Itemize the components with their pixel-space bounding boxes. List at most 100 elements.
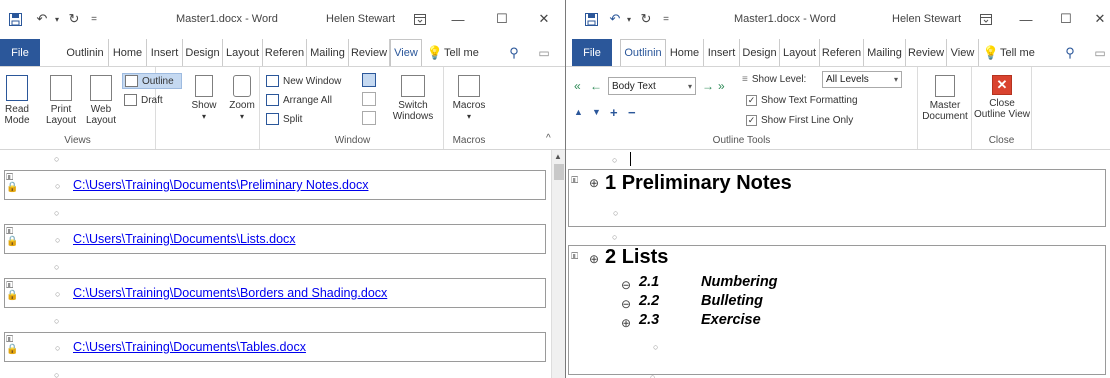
tab-mailings[interactable]: Mailing [864, 39, 906, 66]
file-tab[interactable]: File [0, 39, 40, 66]
tab-view[interactable]: View [947, 39, 979, 66]
tab-review[interactable]: Review [349, 39, 390, 66]
expand-plus-icon[interactable]: ⊕ [589, 252, 599, 266]
demote-icon[interactable]: → [702, 79, 714, 93]
subdocument-link[interactable]: C:\Users\Training\Documents\Tables.docx [73, 340, 306, 354]
heading-1-preliminary-notes[interactable]: 1 Preliminary Notes [605, 172, 792, 195]
tab-review[interactable]: Review [906, 39, 947, 66]
user-name[interactable]: Helen Stewart [326, 13, 395, 25]
heading-1-lists[interactable]: 2 Lists [605, 246, 668, 269]
move-up-icon[interactable]: ▲ [574, 107, 583, 117]
ribbon-display-options-icon[interactable] [978, 10, 994, 28]
comments-icon[interactable]: ▭ [536, 39, 552, 66]
expand-plus-icon[interactable]: ⊕ [621, 316, 631, 330]
ribbon-display-options-icon[interactable] [412, 10, 428, 28]
close-icon[interactable]: ✕ [1092, 10, 1108, 28]
move-down-icon[interactable]: ▼ [592, 107, 601, 117]
tab-references[interactable]: Referen [263, 39, 307, 66]
close-icon[interactable]: ✕ [536, 10, 552, 28]
subdocument-box[interactable]: 🗉 🔒 ○ C:\Users\Training\Documents\Tables.… [4, 332, 546, 362]
tab-home[interactable]: Home [109, 39, 147, 66]
subdocument-box[interactable]: 🗉 ⊕ 1 Preliminary Notes ○ [568, 169, 1106, 227]
tell-me-box[interactable]: Tell me [444, 39, 484, 66]
tab-insert[interactable]: Insert [147, 39, 183, 66]
undo-dropdown-icon[interactable]: ▾ [624, 10, 634, 28]
scroll-thumb[interactable] [554, 164, 564, 180]
save-icon[interactable] [6, 10, 24, 28]
vertical-scrollbar[interactable]: ▲ [551, 150, 565, 378]
split-button[interactable]: Split [266, 111, 302, 127]
maximize-icon[interactable]: ☐ [494, 10, 510, 28]
minimize-icon[interactable]: — [1018, 10, 1034, 28]
tab-insert[interactable]: Insert [704, 39, 740, 66]
tab-outlining[interactable]: Outlinin [62, 39, 109, 66]
subdocument-link[interactable]: C:\Users\Training\Documents\Borders and … [73, 286, 387, 300]
arrange-all-button[interactable]: Arrange All [266, 92, 332, 108]
synchronous-scrolling-icon[interactable] [362, 92, 376, 106]
user-name[interactable]: Helen Stewart [892, 13, 961, 25]
expand-plus-icon[interactable]: ⊕ [589, 176, 599, 190]
minimize-icon[interactable]: — [450, 10, 466, 28]
customize-qat-icon[interactable]: = [660, 10, 672, 28]
show-text-formatting-checkbox[interactable]: ✓ Show Text Formatting [746, 92, 858, 108]
collapse-icon[interactable]: − [628, 105, 636, 120]
undo-dropdown-icon[interactable]: ▾ [52, 10, 62, 28]
tab-outlining[interactable]: Outlinin [620, 39, 666, 66]
close-outline-view-button[interactable]: ✕ Close Outline View [972, 75, 1032, 120]
collapse-ribbon-icon[interactable]: ^ [546, 133, 551, 144]
expand-icon[interactable]: + [610, 105, 618, 120]
subdocument-box[interactable]: 🗉 🔒 ○ C:\Users\Training\Documents\Borders… [4, 278, 546, 308]
maximize-icon[interactable]: ☐ [1058, 10, 1074, 28]
promote-icon[interactable]: ← [590, 79, 602, 93]
file-tab[interactable]: File [572, 39, 612, 66]
undo-icon[interactable]: ↶ [606, 10, 624, 28]
print-layout-button[interactable]: Print Layout [46, 75, 76, 126]
switch-windows-button[interactable]: Switch Windows [388, 75, 438, 122]
reset-window-position-icon[interactable] [362, 111, 376, 125]
new-window-button[interactable]: New Window [266, 73, 341, 89]
collapse-minus-icon[interactable]: ⊖ [621, 297, 631, 311]
subdocument-box[interactable]: 🗉 🔒 ○ C:\Users\Training\Documents\Lists.d… [4, 224, 546, 254]
outline-view-button[interactable]: Outline [122, 73, 182, 89]
heading-2-item[interactable]: 2.3 Exercise [639, 312, 761, 328]
tab-design[interactable]: Design [183, 39, 223, 66]
subdocument-link[interactable]: C:\Users\Training\Documents\Preliminary … [73, 178, 368, 192]
outline-document-body[interactable]: ○ 🗉 ⊕ 1 Preliminary Notes ○ ○ 🗉 ⊕ 2 List… [566, 150, 1110, 378]
demote-to-body-text-icon[interactable]: » [718, 79, 725, 93]
draft-view-button[interactable]: Draft [124, 92, 163, 108]
web-layout-button[interactable]: Web Layout [84, 75, 118, 126]
master-document-button[interactable]: Master Document [918, 75, 972, 122]
subdocument-box[interactable]: 🗉 🔒 ○ C:\Users\Training\Documents\Prelimi… [4, 170, 546, 200]
show-level-select[interactable]: All Levels ▾ [822, 71, 902, 88]
tab-layout[interactable]: Layout [780, 39, 820, 66]
promote-to-heading-1-icon[interactable]: « [574, 79, 581, 93]
tell-me-box[interactable]: Tell me [1000, 39, 1042, 66]
view-side-by-side-icon[interactable] [362, 73, 376, 87]
scroll-up-icon[interactable]: ▲ [554, 152, 562, 161]
tab-view[interactable]: View [390, 39, 422, 66]
tab-layout[interactable]: Layout [223, 39, 263, 66]
tab-design[interactable]: Design [740, 39, 780, 66]
tab-mailings[interactable]: Mailing [307, 39, 349, 66]
tab-home[interactable]: Home [666, 39, 704, 66]
redo-icon[interactable]: ↻ [66, 10, 82, 28]
collapse-minus-icon[interactable]: ⊖ [621, 278, 631, 292]
heading-2-item[interactable]: 2.1 Numbering [639, 274, 778, 290]
save-icon[interactable] [582, 10, 600, 28]
heading-2-item[interactable]: 2.2 Bulleting [639, 293, 763, 309]
outline-level-select[interactable]: Body Text ▾ [608, 77, 696, 95]
tab-references[interactable]: Referen [820, 39, 864, 66]
undo-icon[interactable]: ↶ [32, 10, 52, 28]
read-mode-button[interactable]: Read Mode [2, 75, 32, 126]
zoom-button[interactable]: Zoom ▾ [224, 75, 260, 122]
show-button[interactable]: Show ▾ [186, 75, 222, 122]
subdocument-box[interactable]: 🗉 ⊕ 2 Lists ⊖ 2.1 Numbering ⊖ 2.2 Bulletin… [568, 245, 1106, 375]
show-first-line-only-checkbox[interactable]: ✓ Show First Line Only [746, 112, 853, 128]
share-person-icon[interactable]: ⚲ [506, 39, 522, 66]
redo-icon[interactable]: ↻ [638, 10, 654, 28]
share-person-icon[interactable]: ⚲ [1062, 39, 1078, 66]
master-document-body[interactable]: ○ 🗉 🔒 ○ C:\Users\Training\Documents\Preli… [0, 150, 565, 378]
comments-icon[interactable]: ▭ [1092, 39, 1108, 66]
macros-button[interactable]: Macros ▾ [446, 75, 492, 122]
subdocument-link[interactable]: C:\Users\Training\Documents\Lists.docx [73, 232, 296, 246]
